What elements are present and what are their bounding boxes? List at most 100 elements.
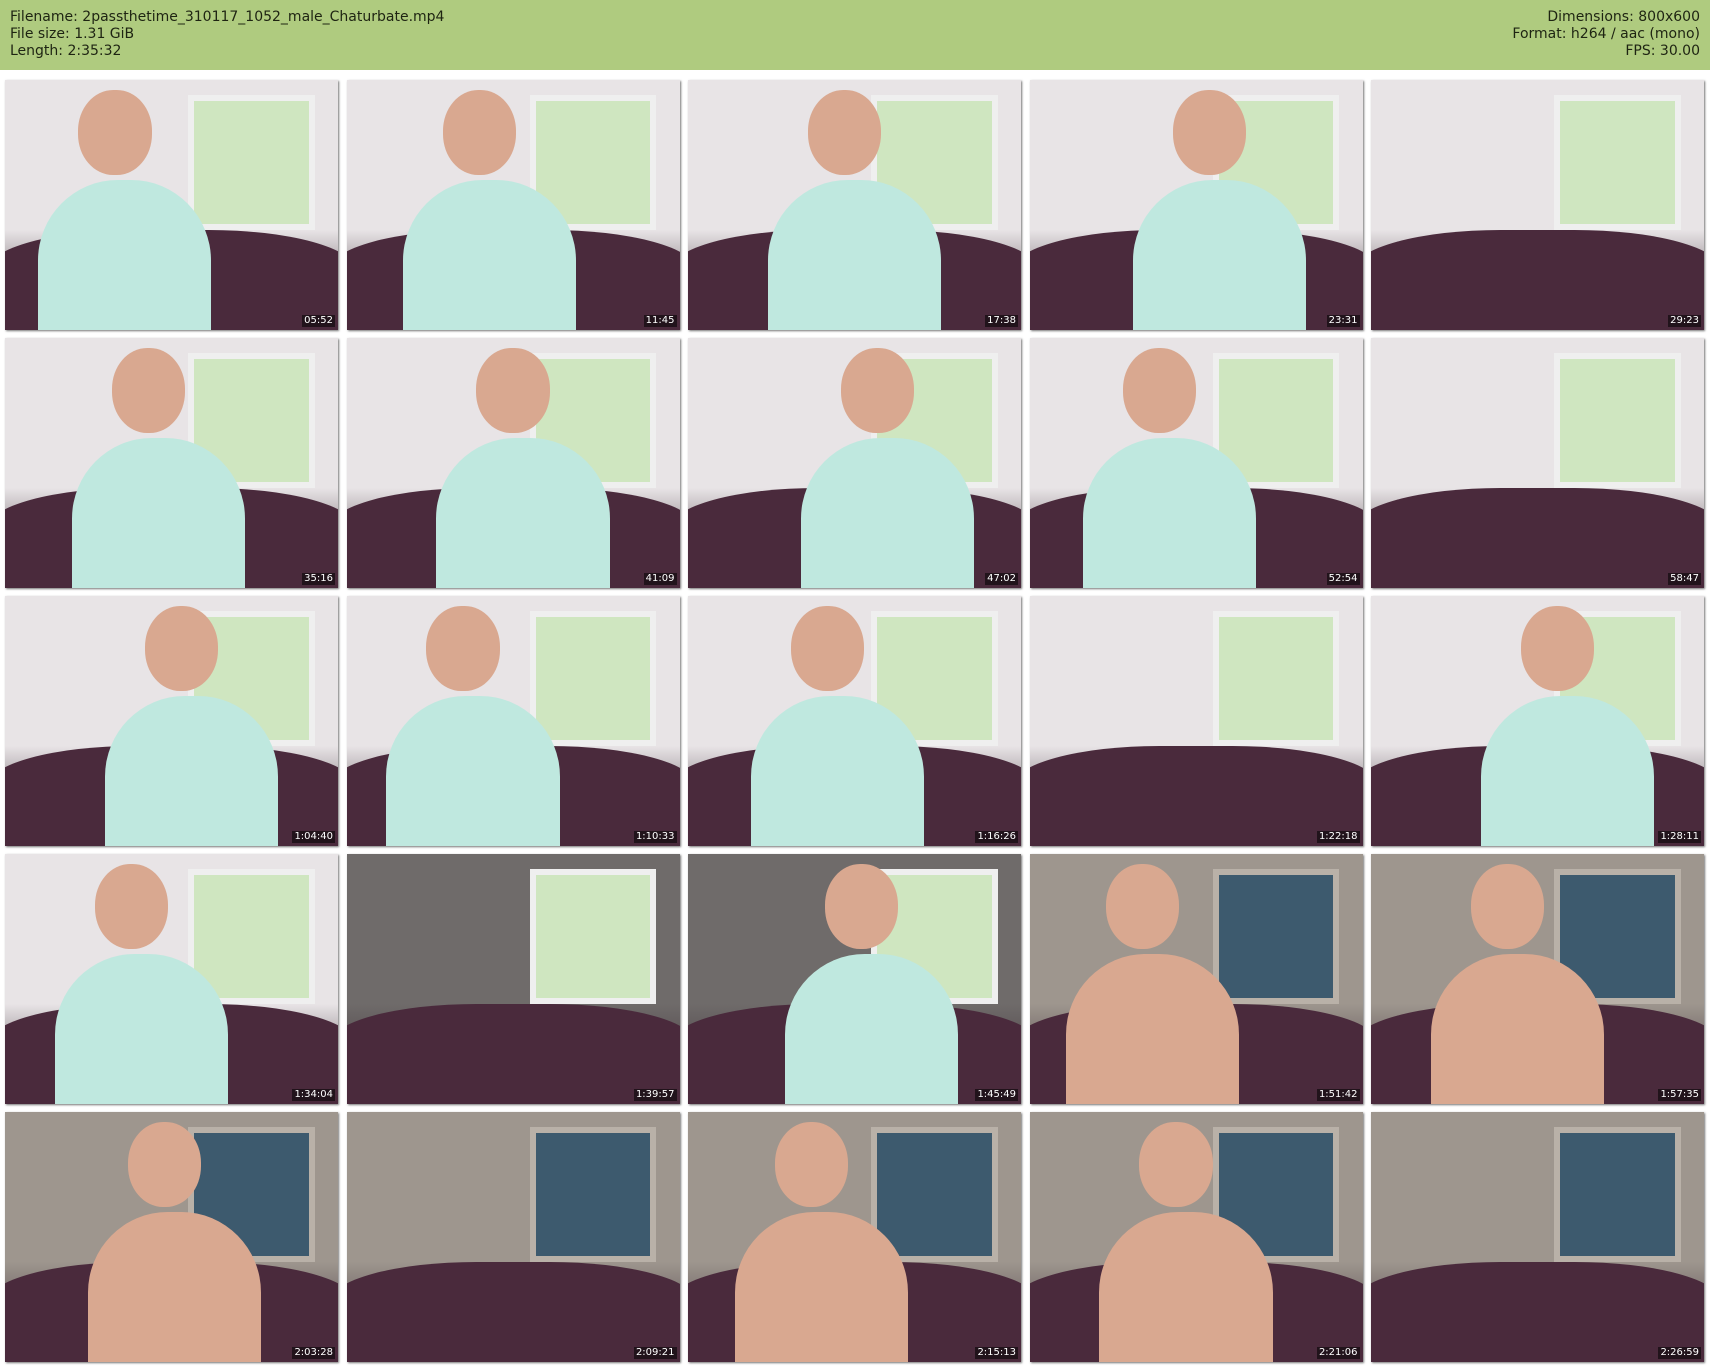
thumbnail-scene [346, 338, 680, 588]
person-head-shape [824, 864, 898, 949]
thumbnail-scene [346, 80, 680, 330]
file-info: Filename: 2passthetime_310117_1052_male_… [10, 9, 444, 60]
thumbnail[interactable]: 52:54 [1029, 338, 1363, 588]
person-body-shape [1099, 1212, 1273, 1362]
timestamp-label: 05:52 [302, 315, 335, 327]
person-body-shape [767, 180, 942, 330]
thumbnail-scene [1371, 1112, 1704, 1362]
timestamp-label: 2:21:06 [1316, 1347, 1360, 1359]
timestamp-label: 2:26:59 [1658, 1347, 1701, 1359]
thumbnail-scene [5, 596, 338, 846]
person-body-shape [751, 696, 925, 846]
thumbnail-scene [688, 596, 1021, 846]
timestamp-label: 58:47 [1668, 573, 1701, 585]
timestamp-label: 1:22:18 [1316, 831, 1360, 843]
thumbnail-scene [688, 338, 1021, 588]
person-body-shape [784, 954, 958, 1104]
thumbnail-scene [5, 338, 338, 588]
thumbnail[interactable]: 1:04:40 [5, 596, 338, 846]
person-head-shape [1172, 90, 1246, 175]
thumbnail-scene [1371, 854, 1704, 1104]
thumbnail[interactable]: 11:45 [346, 80, 680, 330]
person-head-shape [476, 348, 550, 433]
thumbnail[interactable]: 1:45:49 [688, 854, 1021, 1104]
sofa-shape [346, 1262, 680, 1362]
person-body-shape [436, 438, 610, 588]
timestamp-label: 1:39:57 [633, 1089, 677, 1101]
thumbnail-scene [1029, 854, 1363, 1104]
person-body-shape [71, 438, 245, 588]
window-shape [188, 95, 315, 230]
thumbnail[interactable]: 1:57:35 [1371, 854, 1704, 1104]
video-info: Dimensions: 800x600 Format: h264 / aac (… [1512, 9, 1700, 60]
sofa-shape [346, 1004, 680, 1104]
person-head-shape [1139, 1122, 1213, 1207]
thumbnail[interactable]: 23:31 [1029, 80, 1363, 330]
thumbnail[interactable]: 2:03:28 [5, 1112, 338, 1362]
thumbnail[interactable]: 47:02 [688, 338, 1021, 588]
thumbnail[interactable]: 1:22:18 [1029, 596, 1363, 846]
timestamp-label: 17:38 [985, 315, 1018, 327]
thumbnail[interactable]: 05:52 [5, 80, 338, 330]
thumbnail[interactable]: 2:26:59 [1371, 1112, 1704, 1362]
timestamp-label: 2:03:28 [292, 1347, 335, 1359]
thumbnail[interactable]: 1:10:33 [346, 596, 680, 846]
thumbnail[interactable]: 1:39:57 [346, 854, 680, 1104]
thumbnail[interactable]: 2:21:06 [1029, 1112, 1363, 1362]
thumbnail-grid: 05:52 11:45 17:38 23:31 29:23 35:16 41:09 47:02… [5, 80, 1704, 1362]
timestamp-label: 1:34:04 [292, 1089, 335, 1101]
sofa-shape [1029, 746, 1363, 846]
timestamp-label: 23:31 [1326, 315, 1360, 327]
person-head-shape [1122, 348, 1196, 433]
window-shape [529, 869, 657, 1004]
filename-text: Filename: 2passthetime_310117_1052_male_… [10, 9, 445, 25]
thumbnail[interactable]: 29:23 [1371, 80, 1704, 330]
thumbnail[interactable]: 1:51:42 [1029, 854, 1363, 1104]
fps-text: FPS: 30.00 [1625, 43, 1700, 59]
filesize-text: File size: 1.31 GiB [10, 26, 135, 42]
person-body-shape [1430, 954, 1605, 1104]
timestamp-label: 1:57:35 [1658, 1089, 1701, 1101]
timestamp-label: 1:45:49 [975, 1089, 1018, 1101]
person-body-shape [386, 696, 560, 846]
person-head-shape [807, 90, 882, 175]
timestamp-label: 2:09:21 [633, 1347, 677, 1359]
dimensions-text: Dimensions: 800x600 [1547, 9, 1700, 25]
thumbnail[interactable]: 41:09 [346, 338, 680, 588]
person-body-shape [1132, 180, 1306, 330]
thumbnail-scene [1371, 596, 1704, 846]
person-head-shape [426, 606, 500, 691]
window-shape [1212, 611, 1340, 746]
thumbnail[interactable]: 17:38 [688, 80, 1021, 330]
person-body-shape [38, 180, 212, 330]
person-head-shape [111, 348, 185, 433]
person-head-shape [791, 606, 865, 691]
person-body-shape [1082, 438, 1256, 588]
thumbnail[interactable]: 58:47 [1371, 338, 1704, 588]
person-body-shape [1480, 696, 1655, 846]
person-body-shape [403, 180, 577, 330]
person-head-shape [128, 1122, 202, 1207]
thumbnail[interactable]: 2:15:13 [688, 1112, 1021, 1362]
thumbnail[interactable]: 35:16 [5, 338, 338, 588]
thumbnail[interactable]: 1:16:26 [688, 596, 1021, 846]
thumbnail[interactable]: 1:28:11 [1371, 596, 1704, 846]
timestamp-label: 1:16:26 [975, 831, 1018, 843]
thumbnail-scene [1029, 80, 1363, 330]
thumbnail[interactable]: 1:34:04 [5, 854, 338, 1104]
thumbnail[interactable]: 2:09:21 [346, 1112, 680, 1362]
person-body-shape [801, 438, 975, 588]
timestamp-label: 1:51:42 [1316, 1089, 1360, 1101]
person-head-shape [841, 348, 915, 433]
thumbnail-scene [1371, 338, 1704, 588]
thumbnail-scene [346, 854, 680, 1104]
person-head-shape [94, 864, 169, 949]
person-head-shape [443, 90, 517, 175]
timestamp-label: 2:15:13 [975, 1347, 1018, 1359]
sofa-shape [1371, 230, 1704, 330]
window-shape [529, 611, 657, 746]
window-shape [529, 1127, 657, 1262]
length-text: Length: 2:35:32 [10, 43, 122, 59]
sofa-shape [1371, 1262, 1704, 1362]
person-body-shape [734, 1212, 908, 1362]
